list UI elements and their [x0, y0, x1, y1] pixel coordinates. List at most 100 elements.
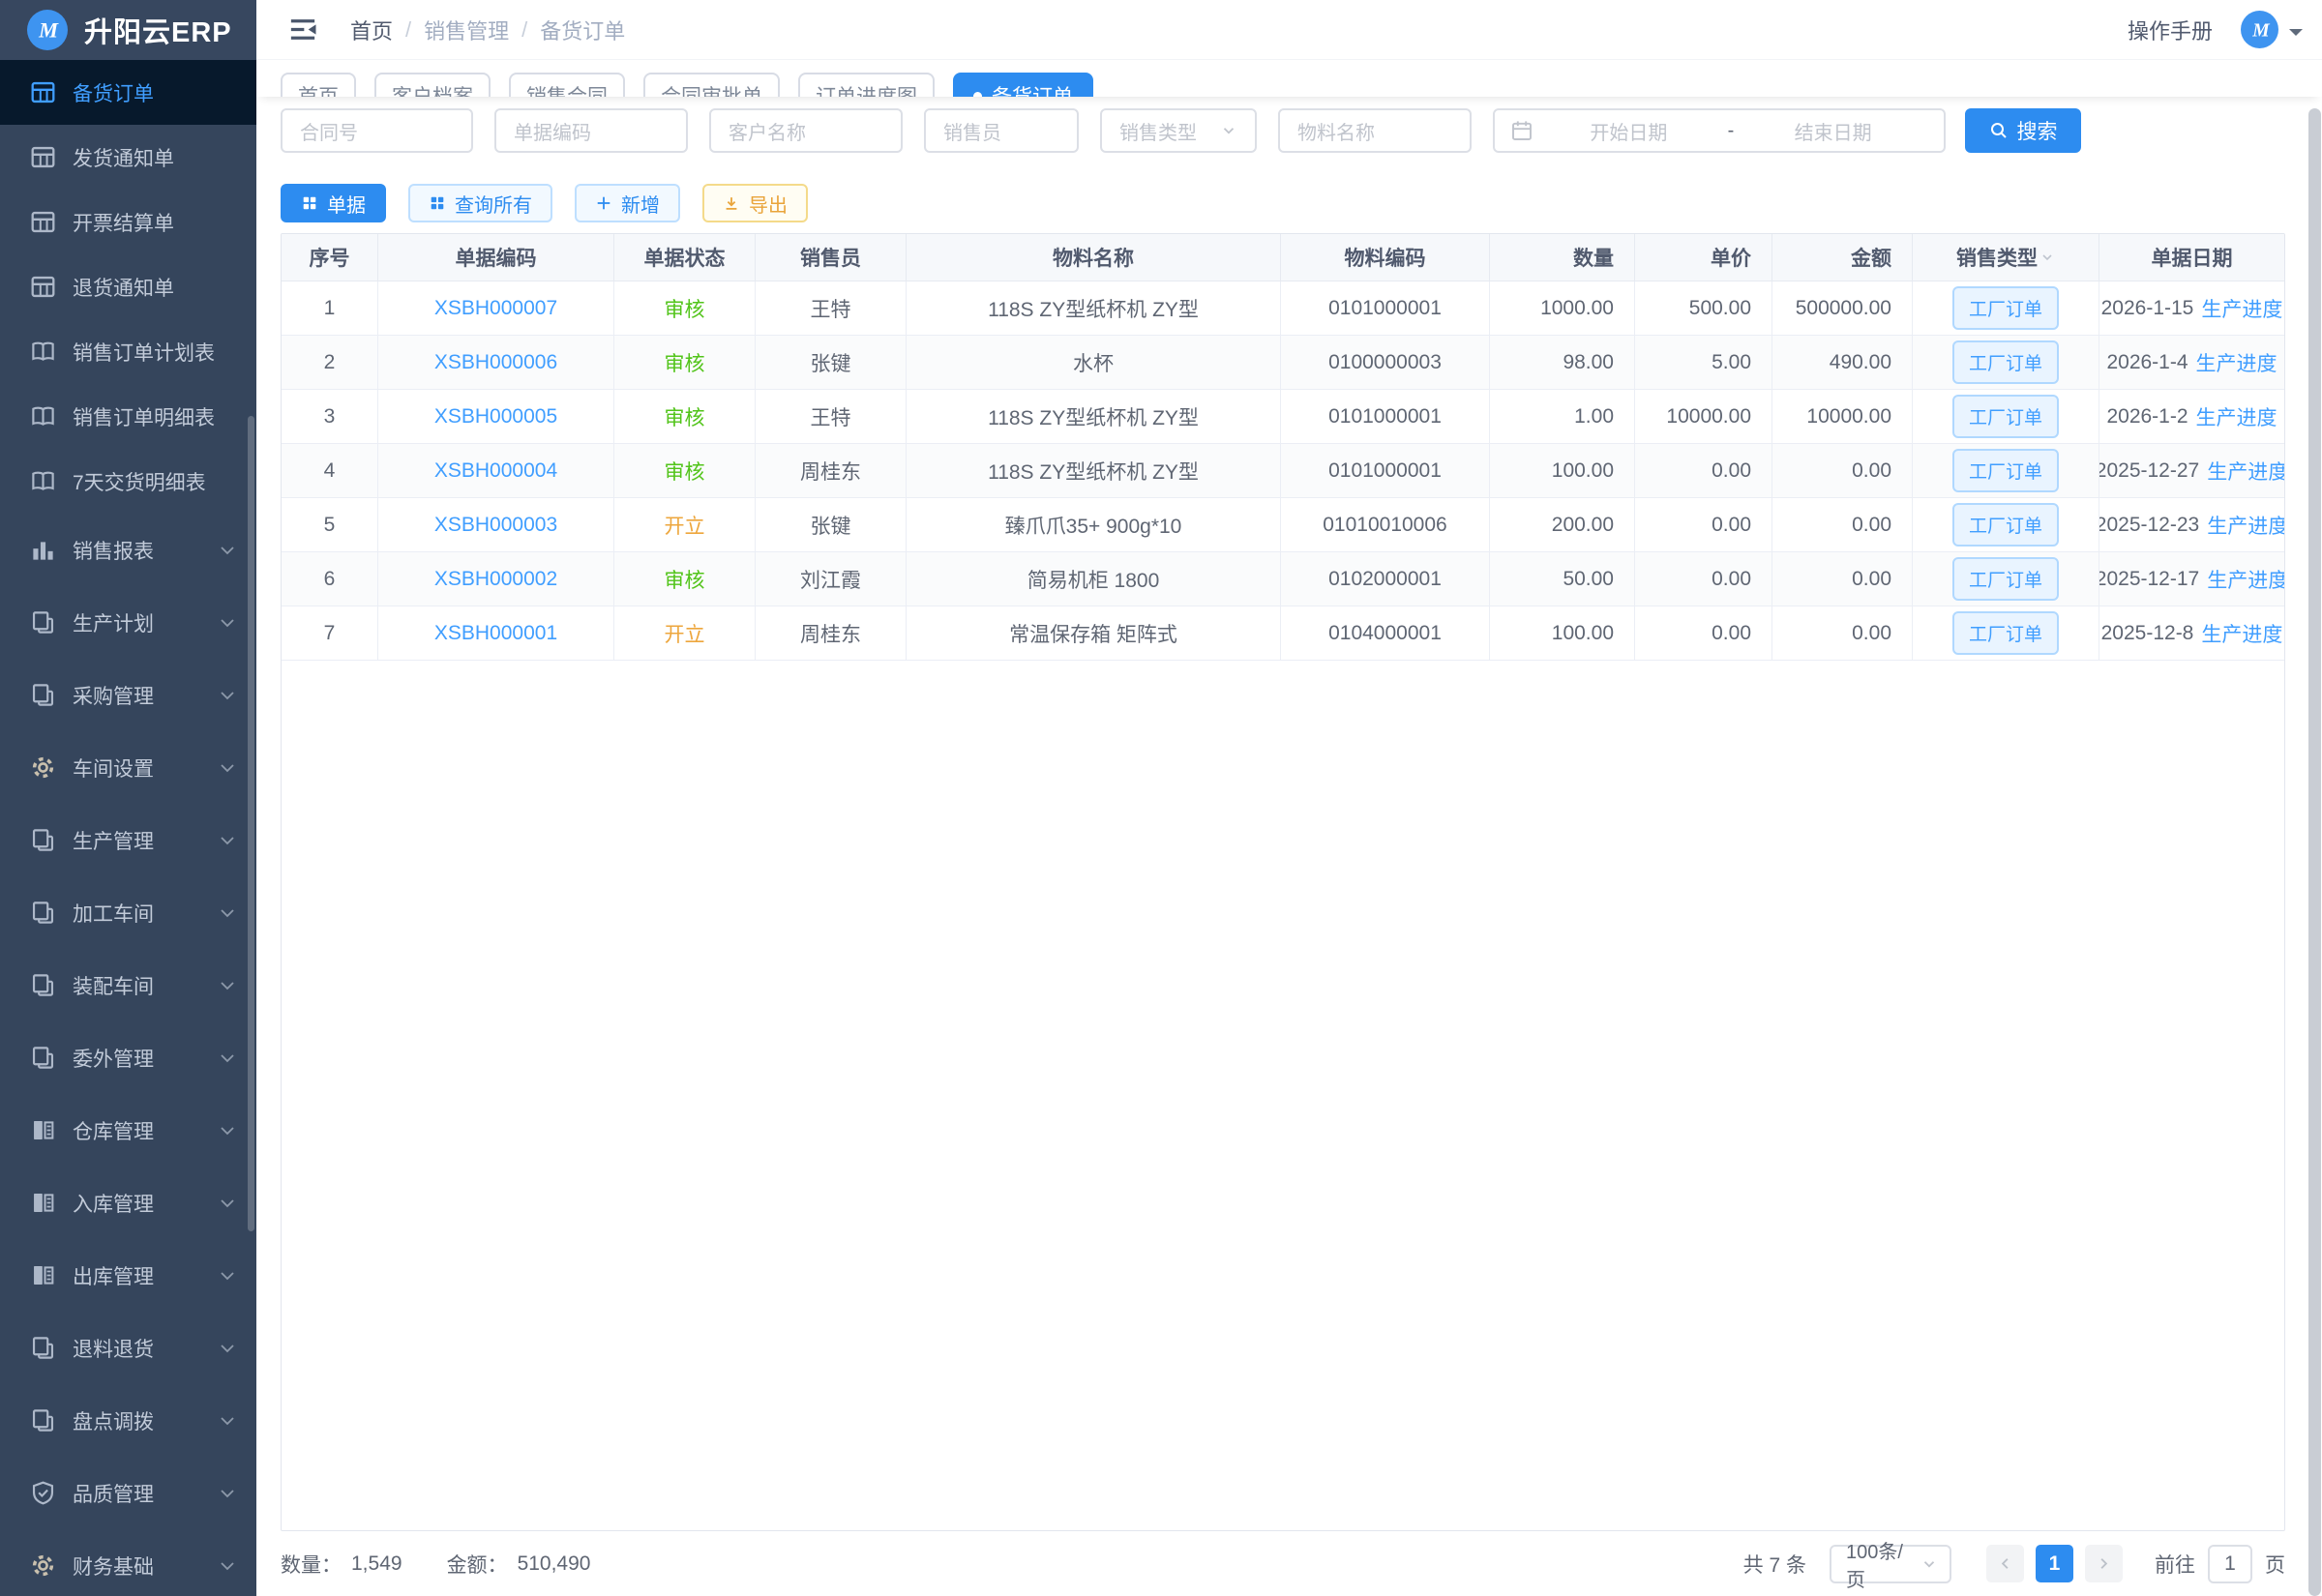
date-cell: 2026-1-4生产进度 — [2099, 336, 2284, 389]
chevron-down-icon — [218, 686, 237, 705]
sidebar-item-4[interactable]: 销售订单计划表 — [0, 319, 256, 384]
filter-input-3[interactable]: 销售员 — [924, 108, 1079, 153]
sidebar-item-21[interactable]: 财务基础 — [0, 1529, 256, 1596]
sidebar-item-15[interactable]: 仓库管理 — [0, 1094, 256, 1167]
chevron-down-icon — [218, 1121, 237, 1140]
filter-select-4[interactable]: 销售类型 — [1100, 108, 1257, 153]
sidebar-item-3[interactable]: 退货通知单 — [0, 254, 256, 319]
sidebar-item-1[interactable]: 发货通知单 — [0, 125, 256, 190]
qty-text: 100.00 — [1552, 622, 1614, 645]
order-code-link[interactable]: XSBH000005 — [434, 405, 557, 429]
tab-0[interactable]: 首页 — [281, 73, 356, 97]
amount-text: 500000.00 — [1796, 297, 1891, 320]
order-code-link[interactable]: XSBH000007 — [434, 297, 557, 320]
tab-5[interactable]: 备货订单 — [953, 73, 1093, 97]
sale-type-badge[interactable]: 工厂订单 — [1952, 286, 2059, 330]
gear-icon — [30, 754, 56, 781]
production-progress-link[interactable]: 生产进度 — [2207, 565, 2284, 594]
sidebar-item-0[interactable]: 备货订单 — [0, 60, 256, 125]
sidebar-item-17[interactable]: 出库管理 — [0, 1239, 256, 1312]
order-code-link[interactable]: XSBH000002 — [434, 568, 557, 591]
filter-placeholder: 销售员 — [943, 117, 1001, 145]
material-code-text: 0102000001 — [1328, 568, 1442, 591]
sidebar-scrollbar[interactable] — [248, 416, 254, 1231]
sale-type-badge[interactable]: 工厂订单 — [1952, 340, 2059, 384]
production-progress-link[interactable]: 生产进度 — [2201, 294, 2282, 323]
column-header-0: 序号 — [282, 234, 378, 281]
sidebar-item-20[interactable]: 品质管理 — [0, 1457, 256, 1529]
sidebar-item-12[interactable]: 加工车间 — [0, 876, 256, 949]
toolbar-button-0[interactable]: 单据 — [281, 184, 386, 222]
production-progress-link[interactable]: 生产进度 — [2196, 402, 2277, 431]
material-name-text: 常温保存箱 矩阵式 — [1009, 619, 1177, 648]
sale-type-badge[interactable]: 工厂订单 — [1952, 395, 2059, 438]
collapse-sidebar-icon[interactable] — [288, 16, 317, 43]
sidebar-item-2[interactable]: 开票结算单 — [0, 190, 256, 254]
sidebar-item-19[interactable]: 盘点调拨 — [0, 1384, 256, 1457]
goto-page-input[interactable]: 1 — [2208, 1545, 2252, 1583]
material-code-cell: 0100000003 — [1281, 336, 1490, 389]
price-text: 0.00 — [1712, 514, 1751, 537]
current-page-button[interactable]: 1 — [2036, 1545, 2073, 1582]
sale-type-badge[interactable]: 工厂订单 — [1952, 611, 2059, 655]
table-row: 3XSBH000005审核王特118S ZY型纸杯机 ZY型0101000001… — [282, 390, 2284, 444]
sidebar-item-6[interactable]: 7天交货明细表 — [0, 449, 256, 514]
filter-input-0[interactable]: 合同号 — [281, 108, 473, 153]
page-size-select[interactable]: 100条/页 — [1830, 1545, 1951, 1583]
sidebar-item-11[interactable]: 生产管理 — [0, 804, 256, 876]
sidebar-item-label: 入库管理 — [73, 1189, 218, 1218]
sidebar-item-13[interactable]: 装配车间 — [0, 949, 256, 1021]
search-button[interactable]: 搜索 — [1965, 108, 2081, 153]
sidebar-item-5[interactable]: 销售订单明细表 — [0, 384, 256, 449]
seq-text: 3 — [324, 405, 336, 429]
sidebar-item-14[interactable]: 委外管理 — [0, 1021, 256, 1094]
column-header-7: 单价 — [1635, 234, 1772, 281]
page-scrollbar[interactable] — [2308, 108, 2321, 1596]
avatar[interactable] — [2241, 11, 2278, 48]
production-progress-link[interactable]: 生产进度 — [2196, 348, 2277, 377]
date-range-input[interactable]: 开始日期 - 结束日期 — [1493, 108, 1946, 153]
sidebar-item-7[interactable]: 销售报表 — [0, 514, 256, 586]
order-code-link[interactable]: XSBH000001 — [434, 622, 557, 645]
tab-1[interactable]: 客户档案 — [374, 73, 491, 97]
breadcrumb-item-0[interactable]: 首页 — [350, 15, 393, 45]
date-cell: 2026-1-15生产进度 — [2099, 281, 2284, 335]
filter-input-2[interactable]: 客户名称 — [709, 108, 903, 153]
status-cell: 审核 — [614, 444, 756, 497]
tab-4[interactable]: 订单进度图 — [798, 73, 935, 97]
column-header-9[interactable]: 销售类型 — [1913, 234, 2099, 281]
order-code-link[interactable]: XSBH000004 — [434, 459, 557, 483]
toolbar-button-2[interactable]: 新增 — [575, 184, 680, 222]
price-text: 0.00 — [1712, 459, 1751, 483]
toolbar-button-3[interactable]: 导出 — [702, 184, 808, 222]
tab-2[interactable]: 销售合同 — [509, 73, 625, 97]
sidebar-item-8[interactable]: 生产计划 — [0, 586, 256, 659]
sidebar-item-18[interactable]: 退料退货 — [0, 1312, 256, 1384]
sale-type-cell: 工厂订单 — [1913, 390, 2099, 443]
sidebar-item-10[interactable]: 车间设置 — [0, 731, 256, 804]
manual-link[interactable]: 操作手册 — [2128, 15, 2213, 45]
production-progress-link[interactable]: 生产进度 — [2207, 457, 2284, 486]
filter-bar: 合同号 单据编码 客户名称 销售员 销售类型 物料名称 开始日期 - 结束日期 … — [281, 108, 2285, 153]
production-progress-link[interactable]: 生产进度 — [2201, 619, 2282, 648]
sidebar-item-16[interactable]: 入库管理 — [0, 1167, 256, 1239]
next-page-button[interactable] — [2085, 1545, 2123, 1582]
tab-3[interactable]: 合同审批单 — [643, 73, 780, 97]
sale-type-badge[interactable]: 工厂订单 — [1952, 503, 2059, 547]
status-cell: 开立 — [614, 606, 756, 660]
sale-type-badge[interactable]: 工厂订单 — [1952, 557, 2059, 601]
sidebar-item-9[interactable]: 采购管理 — [0, 659, 256, 731]
sale-type-badge[interactable]: 工厂订单 — [1952, 449, 2059, 492]
filter-input-1[interactable]: 单据编码 — [494, 108, 688, 153]
filter-input-5[interactable]: 物料名称 — [1278, 108, 1472, 153]
user-menu-caret-icon[interactable] — [2289, 29, 2303, 43]
salesperson-cell: 王特 — [756, 281, 907, 335]
toolbar-button-1[interactable]: 查询所有 — [408, 184, 552, 222]
tab-label: 订单进度图 — [816, 81, 917, 97]
prev-page-button[interactable] — [1986, 1545, 2024, 1582]
order-code-link[interactable]: XSBH000003 — [434, 514, 557, 537]
content: 合同号 单据编码 客户名称 销售员 销售类型 物料名称 开始日期 - 结束日期 … — [256, 97, 2322, 1596]
order-code-link[interactable]: XSBH000006 — [434, 351, 557, 374]
sidebar-item-label: 备货订单 — [73, 78, 237, 107]
production-progress-link[interactable]: 生产进度 — [2207, 511, 2284, 540]
